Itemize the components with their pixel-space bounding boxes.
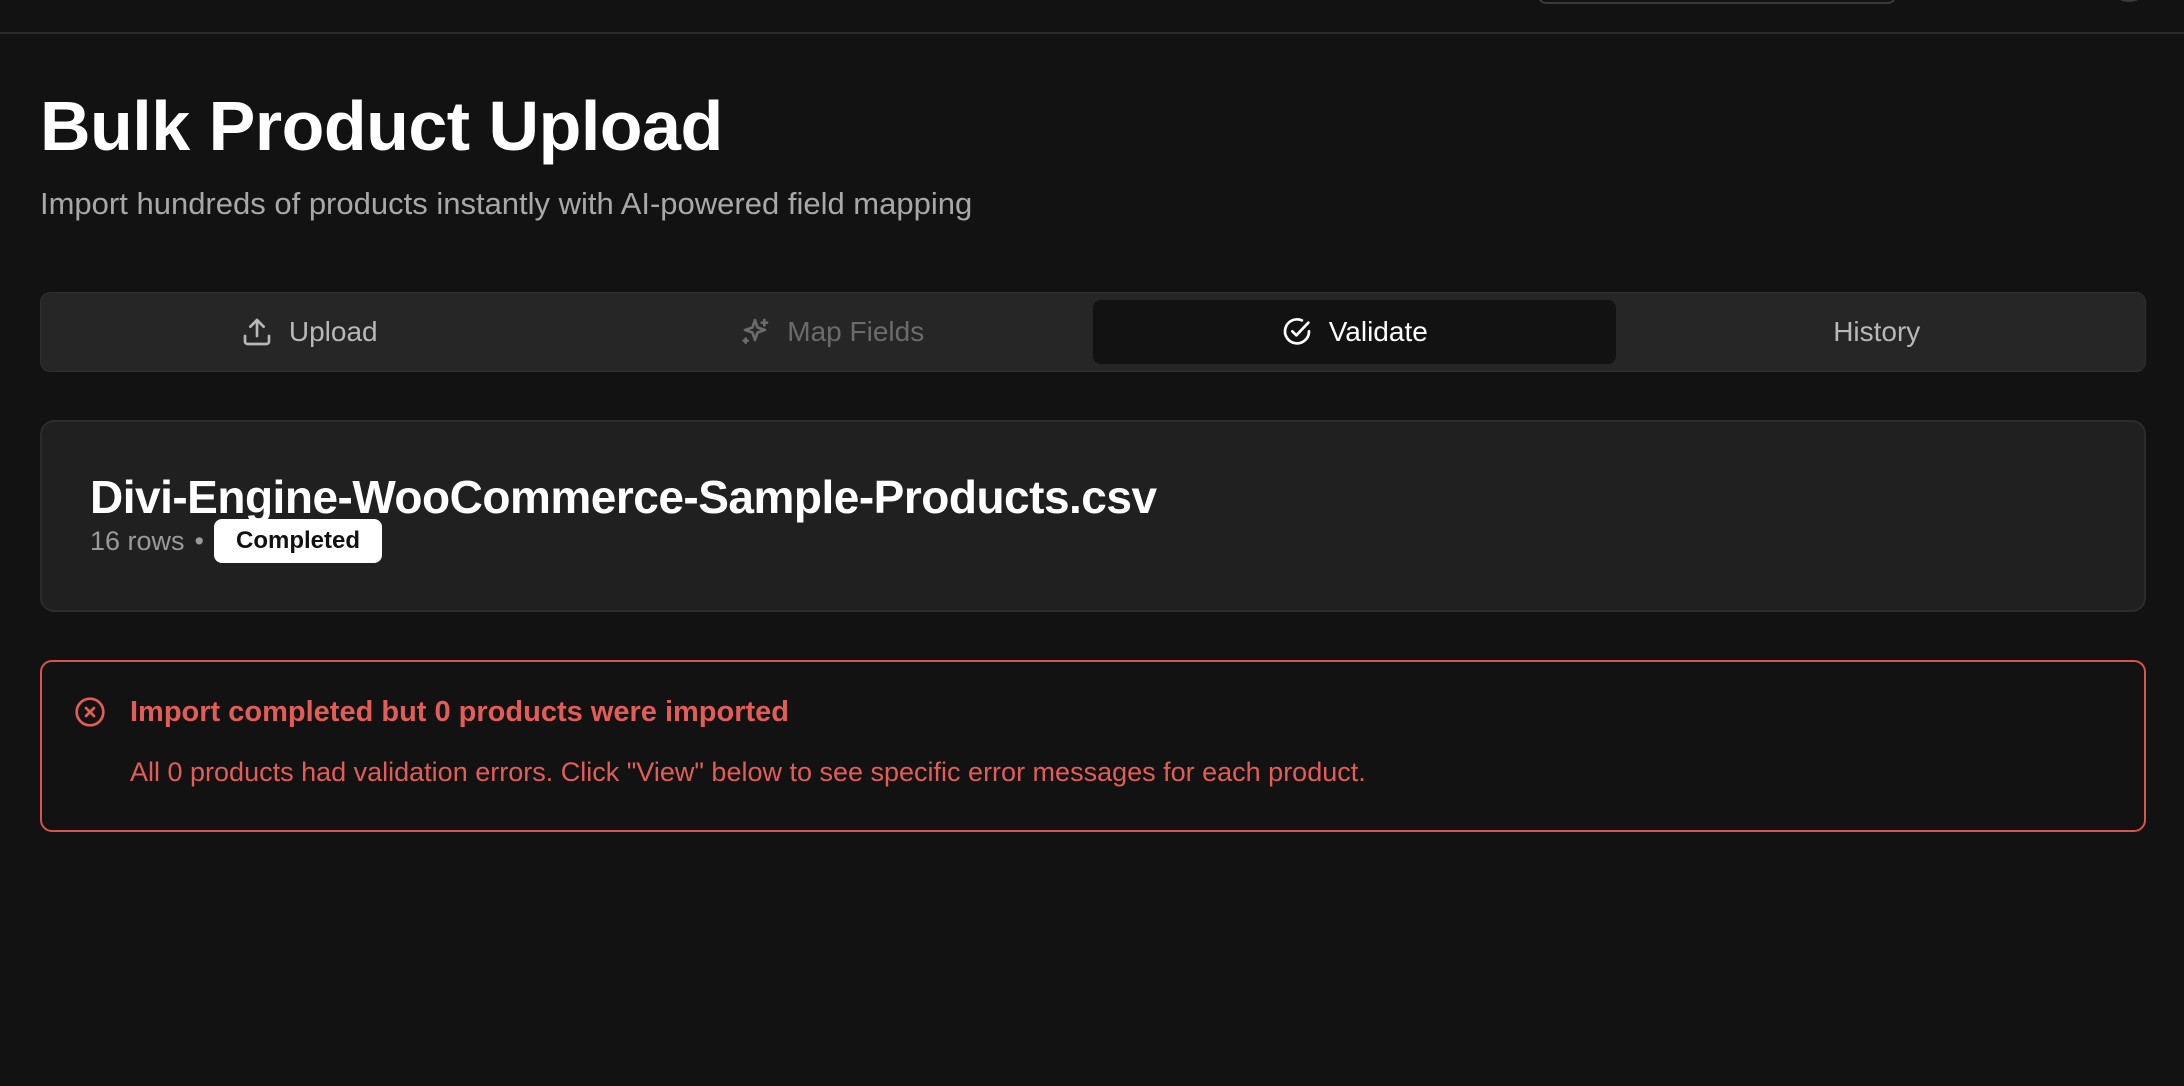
- tab-upload-label: Upload: [288, 316, 378, 347]
- meta-separator: •: [194, 525, 204, 556]
- search-input[interactable]: [1538, 0, 1896, 4]
- tab-validate[interactable]: Validate: [1093, 300, 1616, 364]
- sparkle-icon: [739, 316, 771, 348]
- file-name: Divi-Engine-WooCommerce-Sample-Products.…: [90, 471, 1157, 523]
- tab-upload[interactable]: Upload: [48, 300, 571, 364]
- tab-map-fields[interactable]: Map Fields: [571, 300, 1094, 364]
- tab-validate-label: Validate: [1328, 316, 1428, 347]
- page-subtitle: Import hundreds of products instantly wi…: [40, 186, 973, 221]
- alert-title: Import completed but 0 products were imp…: [130, 696, 790, 728]
- step-tabs: Upload Map Fields Validate History: [40, 292, 2146, 372]
- file-meta: 16 rows • Completed: [90, 518, 383, 564]
- file-card: Divi-Engine-WooCommerce-Sample-Products.…: [40, 420, 2146, 612]
- check-circle-icon: [1281, 316, 1313, 348]
- row-count: 16 rows: [90, 525, 185, 556]
- page-title: Bulk Product Upload: [40, 87, 723, 165]
- upload-icon: [241, 316, 273, 348]
- error-alert: Import completed but 0 products were imp…: [40, 660, 2146, 832]
- top-bar: [0, 0, 2184, 34]
- status-badge: Completed: [214, 519, 383, 563]
- tab-history-label: History: [1833, 316, 1921, 347]
- tab-map-fields-label: Map Fields: [787, 316, 925, 347]
- tab-history[interactable]: History: [1616, 300, 2139, 364]
- avatar[interactable]: [2108, 0, 2150, 2]
- alert-message: All 0 products had validation errors. Cl…: [130, 757, 1366, 787]
